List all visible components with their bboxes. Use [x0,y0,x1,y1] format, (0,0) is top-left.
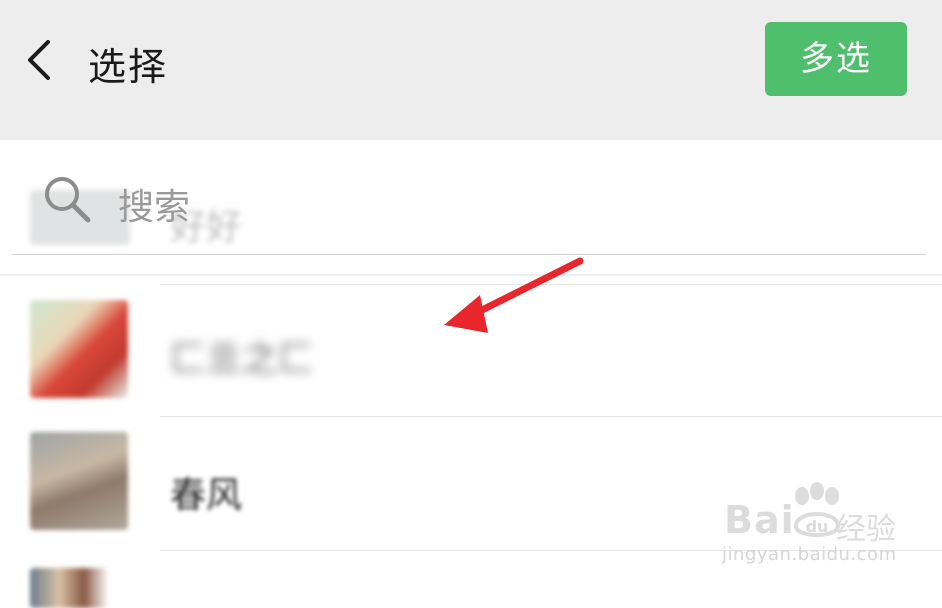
ghost-list-item: 好好 [30,190,530,250]
chevron-left-icon[interactable] [22,38,58,82]
avatar [30,300,128,398]
search-icon [45,177,91,223]
watermark-url: jingyan.baidu.com [722,544,897,565]
baidu-jingyan-watermark: Bai du 经验 jingyan.baidu.com [718,480,938,580]
svg-text:du: du [806,517,829,536]
contact-name: 春风 [170,475,243,516]
page-title: 选择 [88,45,169,89]
avatar [30,568,128,608]
annotation-arrow-icon [444,257,584,333]
contact-name: 匚亖之匚 [170,339,315,380]
multi-select-button[interactable]: 多选 [765,22,907,96]
avatar [30,432,128,530]
watermark-brand: Bai [724,498,795,542]
top-bar: 选择 多选 [0,0,942,140]
search-input[interactable]: 搜索 [118,178,190,230]
watermark-suffix: 经验 [836,512,896,547]
divider [160,416,942,417]
